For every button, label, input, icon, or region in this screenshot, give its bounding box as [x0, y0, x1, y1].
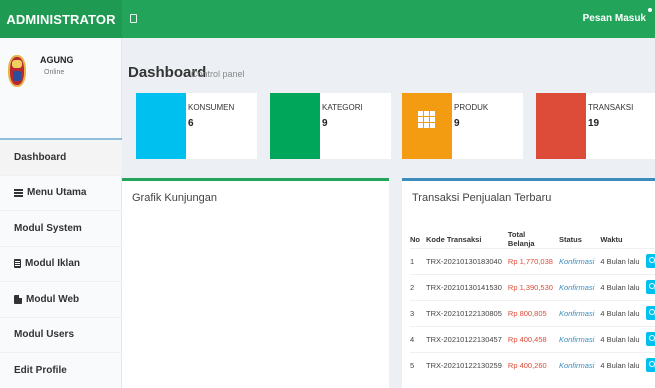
stat-color-block: [270, 93, 320, 159]
stat-value: 6: [188, 118, 194, 129]
row-action: [645, 300, 655, 327]
row-total: Rp 800,805: [507, 300, 559, 327]
row-code: TRX-20210122130457: [426, 326, 508, 353]
sidebar-item-label: Modul System: [14, 222, 82, 234]
search-icon[interactable]: [645, 305, 655, 320]
row-total: Rp 1,770,038: [507, 248, 559, 275]
sidebar-item-label: Modul Users: [14, 329, 75, 341]
sidebar-menu: Dashboard Menu Utama Modul System Modul …: [0, 140, 122, 388]
sidebar-item-modul-iklan[interactable]: Modul Iklan: [0, 247, 122, 282]
row-action: [645, 248, 655, 275]
row-no: 4: [410, 326, 426, 353]
visits-panel: Grafik Kunjungan: [122, 178, 389, 388]
row-time: 4 Bulan lalu: [600, 352, 646, 379]
column-header: Total Belanja: [507, 230, 535, 248]
messages-badge: [648, 8, 652, 12]
stat-label: PRODUK: [454, 103, 489, 112]
table-row: 3 TRX-20210122130805 Rp 800,805 Konfirma…: [410, 300, 655, 327]
table-row: 1 TRX-20210130183040 Rp 1,770,038 Konfir…: [410, 248, 655, 275]
column-header: [646, 230, 655, 249]
sidebar-item-label: Modul Web: [26, 293, 80, 305]
stat-box-produk[interactable]: PRODUK 9: [402, 93, 523, 159]
grid-icon: [418, 111, 435, 128]
search-icon[interactable]: [645, 253, 655, 268]
row-time: 4 Bulan lalu: [600, 326, 646, 353]
stat-box-transaksi[interactable]: TRANSAKSI 19: [536, 93, 655, 159]
page-subtitle: Control panel: [191, 69, 245, 79]
sidebar-item-label: Modul Iklan: [25, 258, 80, 270]
sales-panel: Transaksi Penjualan Terbaru No Kode Tran…: [402, 178, 655, 388]
row-time: 4 Bulan lalu: [600, 300, 646, 327]
visits-panel-title: Grafik Kunjungan: [132, 192, 217, 204]
file-icon: [14, 259, 21, 269]
brand-logo[interactable]: ADMINISTRATOR: [0, 0, 122, 38]
row-total: Rp 1,390,530: [507, 274, 559, 301]
transactions-table: No Kode Transaksi Total Belanja Status W…: [410, 230, 655, 379]
row-status: Konfirmasi: [558, 352, 601, 379]
row-no: 3: [410, 300, 426, 327]
stat-color-block: [536, 93, 586, 159]
sidebar-item-dashboard[interactable]: Dashboard: [0, 140, 122, 176]
table-row: 5 TRX-20210122130259 Rp 400,260 Konfirma…: [410, 352, 655, 379]
list-icon: [14, 188, 23, 197]
row-total: Rp 400,458: [507, 326, 559, 353]
row-no: 5: [410, 352, 426, 379]
stat-label: TRANSAKSI: [588, 103, 634, 112]
avatar: [8, 55, 26, 87]
sidebar-item-modul-web[interactable]: Modul Web: [0, 282, 122, 318]
web-icon: [14, 294, 22, 304]
stat-box-konsumen[interactable]: KONSUMEN 6: [136, 93, 257, 159]
stat-box-kategori[interactable]: KATEGORI 9: [270, 93, 391, 159]
row-time: 4 Bulan lalu: [600, 274, 646, 301]
table-header-row: No Kode Transaksi Total Belanja Status W…: [410, 230, 655, 249]
column-header: No: [410, 234, 420, 244]
sidebar-item-menu-utama[interactable]: Menu Utama: [0, 176, 122, 211]
user-name: AGUNG: [40, 55, 74, 65]
stat-label: KONSUMEN: [188, 103, 235, 112]
row-code: TRX-20210130183040: [426, 248, 508, 275]
sidebar-item-modul-users[interactable]: Modul Users: [0, 318, 122, 353]
row-code: TRX-20210130141530: [426, 274, 508, 301]
sales-panel-title: Transaksi Penjualan Terbaru: [412, 192, 552, 204]
row-total: Rp 400,260: [507, 352, 559, 379]
table-row: 4 TRX-20210122130457 Rp 400,458 Konfirma…: [410, 326, 655, 353]
row-no: 2: [410, 274, 426, 301]
sidebar: AGUNG Online Dashboard Menu Utama Modul …: [0, 38, 122, 388]
stat-value: 9: [322, 118, 328, 129]
row-status: Konfirmasi: [558, 300, 601, 327]
stat-value: 19: [588, 118, 600, 129]
row-time: 4 Bulan lalu: [600, 248, 646, 275]
user-panel: AGUNG Online: [0, 38, 122, 138]
search-icon[interactable]: [645, 279, 655, 294]
search-icon[interactable]: [645, 357, 655, 372]
sidebar-toggle-icon[interactable]: [130, 14, 137, 23]
column-header: Status: [558, 234, 582, 244]
user-status: Online: [44, 69, 65, 76]
row-no: 1: [410, 248, 426, 275]
stat-label: KATEGORI: [322, 103, 363, 112]
stat-value: 9: [454, 118, 460, 129]
row-action: [645, 352, 655, 379]
column-header: Kode Transaksi: [426, 234, 482, 244]
stat-color-block: [136, 93, 186, 159]
sidebar-item-label: Edit Profile: [14, 364, 67, 376]
row-status: Konfirmasi: [558, 326, 601, 353]
row-status: Konfirmasi: [558, 274, 601, 301]
messages-link[interactable]: Pesan Masuk: [583, 13, 646, 24]
stat-color-block: [402, 93, 452, 159]
sidebar-item-modul-system[interactable]: Modul System: [0, 211, 122, 247]
sidebar-item-label: Menu Utama: [27, 187, 87, 199]
row-action: [645, 274, 655, 301]
row-status: Konfirmasi: [558, 248, 601, 275]
table-row: 2 TRX-20210130141530 Rp 1,390,530 Konfir…: [410, 274, 655, 301]
sidebar-item-edit-profile[interactable]: Edit Profile: [0, 353, 122, 388]
row-action: [645, 326, 655, 353]
row-code: TRX-20210122130259: [426, 352, 508, 379]
top-navbar: Pesan Masuk: [122, 0, 655, 38]
sidebar-item-label: Dashboard: [14, 151, 67, 163]
search-icon[interactable]: [645, 331, 655, 346]
row-code: TRX-20210122130805: [426, 300, 508, 327]
column-header: Waktu: [600, 234, 623, 244]
